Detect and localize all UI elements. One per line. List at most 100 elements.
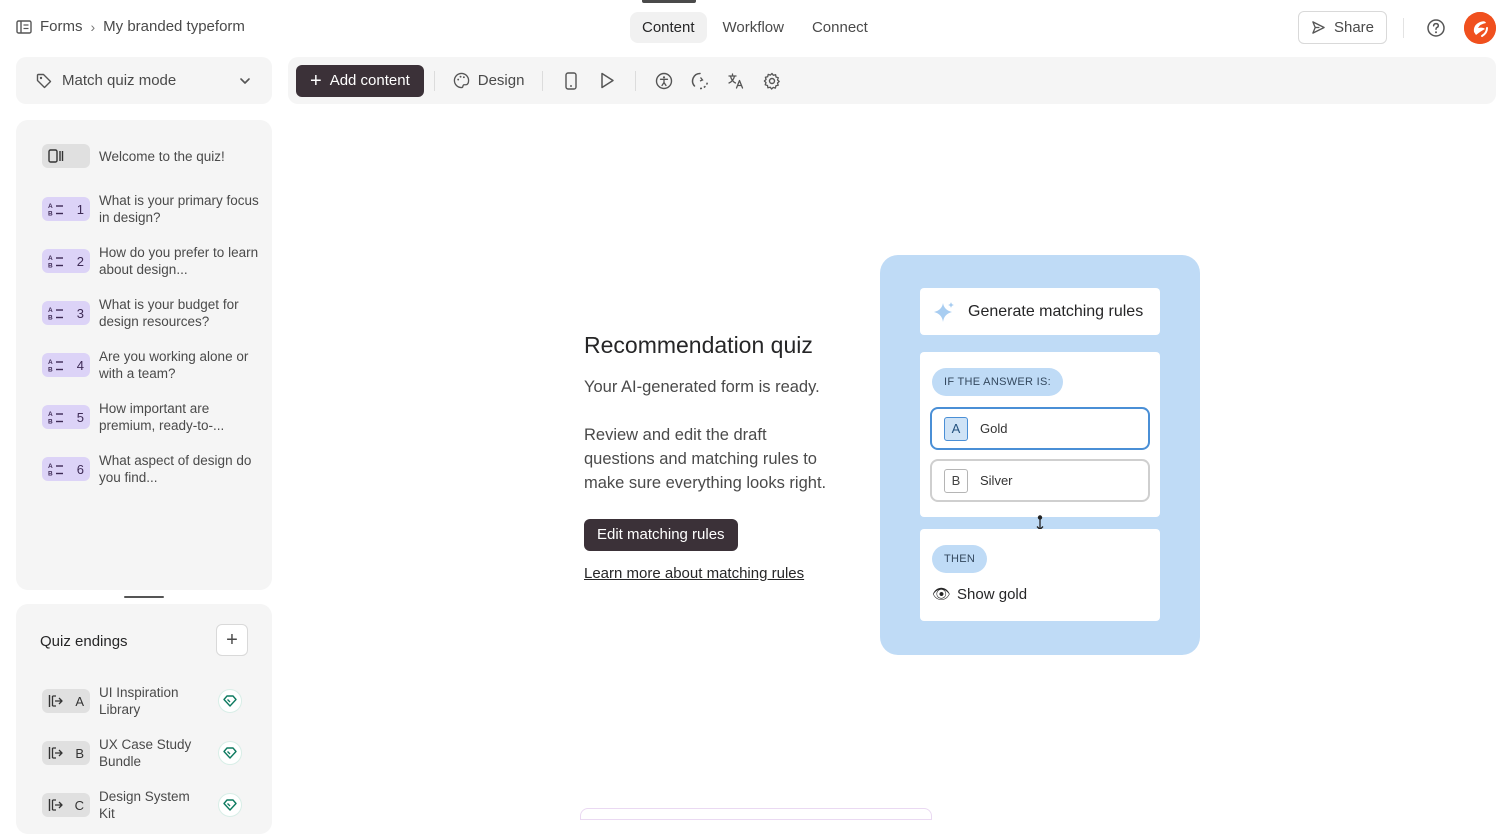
question-text: What is your primary focus in design? — [99, 193, 259, 225]
endings-title: Quiz endings — [40, 633, 128, 650]
svg-text:B: B — [48, 315, 53, 321]
question-number: 2 — [76, 253, 84, 269]
edit-matching-rules-button[interactable]: Edit matching rules — [584, 519, 738, 551]
list-item-question[interactable]: AB 3 What is your budget for design reso… — [42, 296, 262, 330]
option-key: A — [944, 416, 968, 441]
welcome-screen-icon — [48, 149, 64, 163]
help-icon[interactable] — [1420, 12, 1452, 44]
matching-rules-illustration: Generate matching rules IF THE ANSWER IS… — [880, 255, 1200, 655]
accessibility-icon[interactable] — [646, 65, 682, 97]
svg-text:B: B — [48, 211, 53, 217]
header-divider — [1403, 17, 1404, 38]
nav-tabs: Content Workflow Connect — [630, 12, 880, 43]
multiple-choice-icon: AB — [48, 463, 63, 476]
exit-icon — [48, 799, 63, 811]
then-pill: THEN — [932, 545, 988, 573]
option-label: Silver — [980, 473, 1013, 488]
add-ending-button[interactable]: + — [216, 624, 248, 656]
then-result-label: Show gold — [957, 585, 1028, 603]
question-number: 4 — [76, 357, 84, 373]
svg-text:A: A — [48, 463, 53, 470]
tab-workflow[interactable]: Workflow — [711, 12, 796, 43]
question-badge: AB 6 — [42, 457, 90, 481]
question-number: 3 — [76, 305, 84, 321]
diamond-icon — [218, 793, 242, 817]
breadcrumb-current[interactable]: My branded typeform — [103, 18, 245, 35]
svg-text:A: A — [48, 359, 53, 366]
quiz-mode-dropdown[interactable]: Match quiz mode — [16, 57, 272, 104]
multiple-choice-icon: AB — [48, 255, 63, 268]
forms-icon — [16, 19, 32, 34]
gear-icon[interactable] — [754, 65, 790, 97]
chevron-down-icon — [240, 77, 250, 84]
design-button[interactable]: Design — [445, 72, 533, 89]
ending-key: A — [75, 693, 84, 709]
svg-text:A: A — [48, 203, 53, 210]
welcome-screen-badge — [42, 144, 90, 168]
question-number: 6 — [76, 461, 84, 477]
toolbar-divider — [635, 70, 637, 91]
question-text: Welcome to the quiz! — [99, 148, 225, 164]
active-tab-indicator — [642, 0, 696, 3]
ending-key: C — [74, 797, 84, 813]
list-item-ending[interactable]: A UI Inspiration Library — [42, 684, 242, 718]
svg-text:B: B — [48, 419, 53, 425]
toolbar-divider — [542, 70, 544, 91]
result-card: THEN 👁 Show gold — [920, 529, 1160, 621]
condition-card: IF THE ANSWER IS: A Gold B Silver — [920, 352, 1160, 517]
generate-label: Generate matching rules — [968, 302, 1144, 320]
share-label: Share — [1333, 19, 1374, 36]
next-block-preview — [580, 808, 932, 820]
list-item-welcome[interactable]: Welcome to the quiz! — [42, 144, 262, 168]
mobile-preview-icon[interactable] — [553, 65, 589, 97]
multiple-choice-icon: AB — [48, 307, 63, 321]
option-silver: B Silver — [930, 459, 1150, 502]
add-content-button[interactable]: + Add content — [296, 64, 424, 97]
list-item-question[interactable]: AB 6 What aspect of design do you find..… — [42, 452, 262, 486]
svg-text:A: A — [48, 411, 53, 418]
recommendation-intro: Recommendation quiz Your AI-generated fo… — [584, 332, 834, 582]
svg-text:A: A — [48, 255, 53, 262]
ending-text: Design System Kit — [99, 789, 190, 821]
panel-resize-handle[interactable] — [124, 596, 164, 598]
learn-more-link[interactable]: Learn more about matching rules — [584, 565, 834, 582]
partial-refresh-icon[interactable] — [682, 65, 718, 97]
list-item-question[interactable]: AB 2 How do you prefer to learn about de… — [42, 244, 262, 278]
eye-icon: 👁 — [932, 586, 952, 603]
avatar[interactable] — [1464, 11, 1496, 44]
design-label: Design — [477, 72, 525, 89]
ending-badge: A — [42, 689, 90, 713]
ending-text: UX Case Study Bundle — [99, 737, 192, 769]
ending-badge: B — [42, 741, 90, 765]
question-text: What aspect of design do you find... — [99, 453, 252, 485]
translate-icon[interactable] — [718, 65, 754, 97]
multiple-choice-icon: AB — [48, 203, 63, 217]
breadcrumb-forms-link[interactable]: Forms — [40, 18, 83, 35]
list-item-ending[interactable]: C Design System Kit — [42, 788, 242, 822]
palette-icon — [453, 72, 469, 89]
play-preview-icon[interactable] — [589, 65, 625, 97]
tab-content[interactable]: Content — [630, 12, 707, 43]
list-item-question[interactable]: AB 1 What is your primary focus in desig… — [42, 192, 262, 226]
ending-text: UI Inspiration Library — [99, 685, 179, 717]
question-badge: AB 2 — [42, 249, 90, 273]
question-text: Are you working alone or with a team? — [99, 349, 249, 381]
quiz-endings-panel: Quiz endings + A UI Inspiration Library … — [16, 604, 272, 834]
svg-text:A: A — [48, 307, 53, 314]
list-item-question[interactable]: AB 5 How important are premium, ready-to… — [42, 400, 262, 434]
tag-icon — [36, 73, 52, 88]
toolbar-divider — [433, 70, 435, 91]
option-key: B — [944, 468, 968, 493]
tab-connect[interactable]: Connect — [800, 12, 880, 43]
share-button[interactable]: Share — [1297, 11, 1387, 44]
question-badge: AB 1 — [42, 197, 90, 221]
chevron-right-icon: › — [90, 18, 96, 35]
list-item-ending[interactable]: B UX Case Study Bundle — [42, 736, 242, 770]
multiple-choice-icon: AB — [48, 359, 63, 372]
question-text: How do you prefer to learn about design.… — [99, 245, 259, 277]
questions-panel: Welcome to the quiz! AB 1 What is your p… — [16, 120, 272, 590]
quiz-mode-label: Match quiz mode — [62, 72, 177, 89]
editor-toolbar: + Add content Design — [288, 57, 1496, 104]
ending-badge: C — [42, 793, 90, 817]
list-item-question[interactable]: AB 4 Are you working alone or with a tea… — [42, 348, 262, 382]
